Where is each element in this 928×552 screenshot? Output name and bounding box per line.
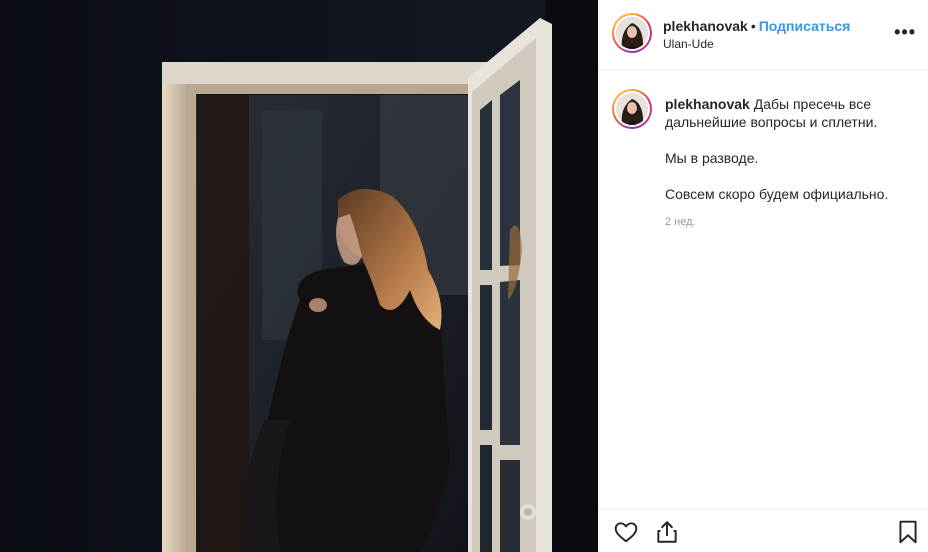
- caption-line-2: Мы в разводе.: [665, 150, 759, 166]
- photo-illustration: [0, 0, 598, 552]
- caption-username[interactable]: plekhanovak: [665, 96, 750, 112]
- post-timestamp[interactable]: 2 нед.: [665, 216, 696, 228]
- ellipsis-icon[interactable]: •••: [894, 23, 916, 41]
- follow-button[interactable]: Подписаться: [759, 18, 851, 34]
- header-separator: •: [750, 18, 756, 34]
- bookmark-icon[interactable]: [895, 519, 921, 545]
- caption-text: plekhanovak Дабы пресечь все дальнейшие …: [665, 95, 915, 203]
- caption-avatar-image: [616, 93, 648, 125]
- avatar-image: [616, 17, 648, 49]
- header-user-line: plekhanovak • Подписаться: [663, 18, 850, 34]
- caption-avatar[interactable]: [612, 89, 652, 129]
- caption-line-3: Совсем скоро будем официально.: [665, 186, 889, 202]
- action-bar: [599, 508, 928, 552]
- post-header: plekhanovak • Подписаться Ulan-Ude •••: [599, 0, 928, 70]
- caption-comment: plekhanovak Дабы пресечь все дальнейшие …: [599, 70, 928, 510]
- location-link[interactable]: Ulan-Ude: [663, 37, 714, 51]
- heart-icon[interactable]: [613, 519, 639, 545]
- post-side-panel: plekhanovak • Подписаться Ulan-Ude ••• ple…: [598, 0, 928, 552]
- share-icon[interactable]: [654, 519, 680, 545]
- post-photo[interactable]: [0, 0, 598, 552]
- avatar[interactable]: [612, 13, 652, 53]
- header-username[interactable]: plekhanovak: [663, 18, 748, 34]
